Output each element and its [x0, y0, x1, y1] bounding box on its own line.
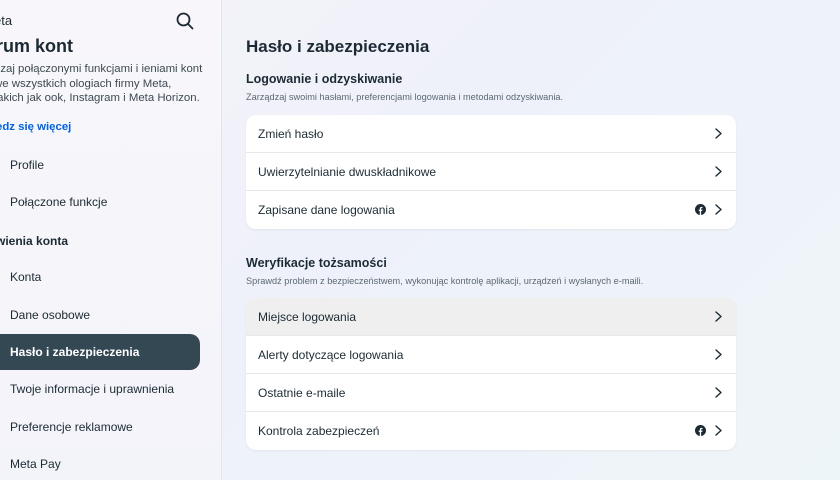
learn-more-link[interactable]: edz się więcej — [0, 121, 71, 133]
row-label: Zmień hasło — [258, 127, 324, 141]
sidebar-item-profile[interactable]: Profile — [0, 147, 200, 183]
list-item-where-logged-in[interactable]: Miejsce logowania — [246, 298, 736, 336]
chevron-right-icon — [715, 425, 722, 436]
list-item-saved-login[interactable]: Zapisane dane logowania — [246, 191, 736, 229]
row-label: Kontrola zabezpieczeń — [258, 424, 380, 438]
security-checks-card: Miejsce logowania Alerty dotyczące logow… — [246, 298, 736, 450]
chevron-right-icon — [715, 349, 722, 360]
row-label: Uwierzytelnianie dwuskładnikowe — [258, 165, 437, 179]
list-item-change-password[interactable]: Zmień hasło — [246, 115, 736, 153]
chevron-right-icon — [715, 311, 722, 322]
sidebar-item-accounts[interactable]: Konta — [0, 259, 200, 295]
section-title-security-checks: Weryfikacje tożsamości — [246, 256, 387, 270]
search-icon[interactable] — [174, 10, 196, 32]
chevron-right-icon — [715, 128, 722, 139]
sidebar: eta trum kont dzaj połączonymi funkcjami… — [0, 0, 222, 480]
list-item-two-factor[interactable]: Uwierzytelnianie dwuskładnikowe — [246, 153, 736, 191]
chevron-right-icon — [715, 166, 722, 177]
section-title-login: Logowanie i odzyskiwanie — [246, 72, 403, 86]
chevron-right-icon — [715, 204, 722, 215]
page-title: Hasło i zabezpieczenia — [246, 37, 430, 56]
sidebar-item-connected-features[interactable]: Połączone funkcje — [0, 184, 200, 220]
login-recovery-card: Zmień hasło Uwierzytelnianie dwuskładnik… — [246, 115, 736, 229]
sidebar-item-ad-preferences[interactable]: Preferencje reklamowe — [0, 409, 200, 445]
sidebar-item-your-information[interactable]: Twoje informacje i uprawnienia — [0, 371, 200, 407]
facebook-icon — [695, 425, 706, 436]
list-item-login-alerts[interactable]: Alerty dotyczące logowania — [246, 336, 736, 374]
sidebar-item-password-security[interactable]: Hasło i zabezpieczenia — [0, 334, 200, 370]
section-description-login: Zarządzaj swoimi hasłami, preferencjami … — [246, 92, 564, 102]
list-item-security-checkup[interactable]: Kontrola zabezpieczeń — [246, 412, 736, 450]
meta-logo-text: eta — [0, 13, 13, 28]
row-label: Ostatnie e-maile — [258, 386, 346, 400]
sidebar-item-meta-pay[interactable]: Meta Pay — [0, 446, 200, 480]
chevron-right-icon — [715, 387, 722, 398]
list-item-recent-emails[interactable]: Ostatnie e-maile — [246, 374, 736, 412]
section-description-security-checks: Sprawdź problem z bezpieczeństwem, wykon… — [246, 276, 644, 286]
sidebar-section-header: wienia konta — [0, 234, 69, 248]
row-label: Alerty dotyczące logowania — [258, 348, 404, 362]
facebook-icon — [695, 204, 706, 215]
row-label: Miejsce logowania — [258, 310, 357, 324]
sidebar-item-personal-details[interactable]: Dane osobowe — [0, 297, 200, 333]
sidebar-description: dzaj połączonymi funkcjami i ieniami kon… — [0, 63, 203, 105]
row-label: Zapisane dane logowania — [258, 203, 395, 217]
sidebar-title: trum kont — [0, 36, 73, 56]
